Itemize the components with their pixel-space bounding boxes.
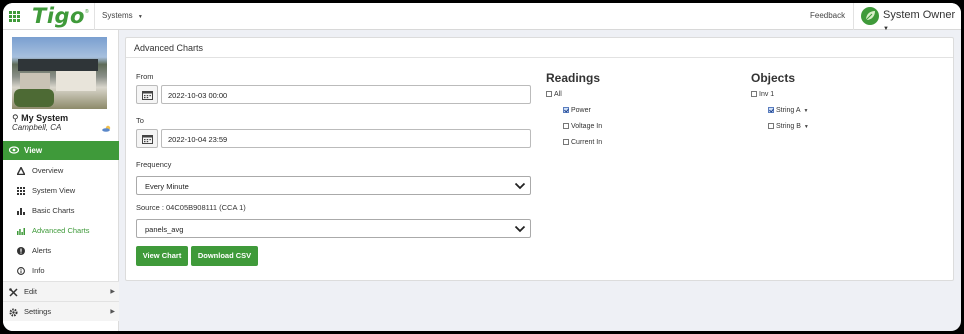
sidebar-item-alerts[interactable]: Alerts [3, 241, 119, 261]
caret-down-icon[interactable]: ▼ [804, 124, 809, 130]
user-role-menu[interactable]: System Owner ▼ [883, 9, 961, 33]
checkbox-label: String B [776, 123, 801, 130]
view-chart-button[interactable]: View Chart [136, 246, 188, 266]
checkbox-box [768, 123, 774, 129]
to-label: To [136, 116, 144, 125]
sidebar-item-basic-charts[interactable]: Basic Charts [3, 201, 119, 221]
download-csv-button[interactable]: Download CSV [191, 246, 258, 266]
checkbox-box [563, 139, 569, 145]
string-b-checkbox[interactable]: String B ▼ [768, 123, 809, 130]
reading-voltage-in-checkbox[interactable]: Voltage In [563, 123, 602, 130]
app-window: Tigo ® Systems ▼ Feedback System Owner ▼… [3, 3, 961, 331]
frequency-select[interactable]: Every Minute [136, 176, 531, 195]
menu-view-label: View [24, 146, 43, 155]
feedback-link[interactable]: Feedback [810, 11, 845, 20]
sidebar-item-overview[interactable]: Overview [3, 161, 119, 181]
chevron-down-icon [514, 182, 526, 190]
to-date-value: 2022-10-04 23:59 [168, 135, 228, 144]
source-label: Source : 04C05B908111 (CCA 1) [136, 203, 246, 212]
eye-icon [9, 146, 19, 154]
alert-circle-icon [17, 247, 25, 255]
inverter-checkbox[interactable]: Inv 1 [751, 91, 774, 98]
string-a-checkbox[interactable]: String A ▼ [768, 107, 808, 114]
menu-settings[interactable]: Settings ▶ [3, 301, 119, 321]
from-date-input[interactable]: 2022-10-03 00:00 [161, 85, 531, 104]
from-date-value: 2022-10-03 00:00 [168, 91, 228, 100]
caret-down-icon: ▼ [883, 26, 889, 32]
readings-heading: Readings [546, 71, 601, 85]
checkbox-label: String A [776, 107, 801, 114]
source-value: panels_avg [145, 225, 184, 234]
warning-triangle-icon [17, 167, 25, 175]
sidebar-item-label: System View [32, 186, 76, 195]
caret-right-icon: ▶ [110, 289, 115, 295]
leaf-icon [861, 7, 879, 25]
sidebar: ⚲ My System Campbell, CA View Overview S… [3, 30, 119, 331]
source-select[interactable]: panels_avg [136, 219, 531, 238]
frequency-label: Frequency [136, 160, 172, 169]
tigo-logo[interactable]: Tigo [32, 4, 85, 28]
systems-label: Systems [102, 11, 133, 20]
sidebar-item-info[interactable]: Info [3, 261, 119, 281]
checkbox-label: Power [571, 107, 591, 114]
checkbox-label: Current In [571, 139, 603, 146]
top-navbar: Tigo ® Systems ▼ Feedback System Owner ▼ [3, 3, 961, 33]
panel-title: Advanced Charts [126, 38, 953, 58]
sidebar-item-label: Alerts [32, 246, 52, 255]
advanced-charts-panel: Advanced Charts From 2022-10-03 00:00 To… [125, 37, 954, 281]
menu-view[interactable]: View [3, 141, 119, 160]
objects-heading: Objects [751, 71, 796, 85]
systems-dropdown[interactable]: Systems ▼ [102, 11, 143, 20]
system-photo [12, 37, 107, 109]
calendar-icon [142, 135, 153, 144]
caret-down-icon[interactable]: ▼ [804, 108, 809, 114]
chevron-down-icon [514, 225, 526, 233]
checkbox-label: Inv 1 [759, 91, 775, 98]
caret-right-icon: ▶ [110, 309, 115, 315]
menu-settings-label: Settings [24, 307, 52, 316]
calendar-icon [142, 91, 153, 100]
sidebar-item-label: Info [32, 266, 45, 275]
to-date-input[interactable]: 2022-10-04 23:59 [161, 129, 531, 148]
bar-chart-icon [17, 228, 25, 235]
gear-icon [9, 308, 18, 317]
sidebar-item-system-view[interactable]: System View [3, 181, 119, 201]
to-calendar-button[interactable] [136, 129, 158, 148]
nav-divider [853, 3, 854, 30]
menu-edit[interactable]: Edit ▶ [3, 281, 119, 301]
checkbox-box [751, 91, 757, 97]
nav-divider [94, 3, 95, 30]
from-label: From [136, 72, 154, 81]
reading-power-checkbox[interactable]: Power [563, 107, 591, 114]
menu-edit-label: Edit [24, 287, 37, 296]
sidebar-item-advanced-charts[interactable]: Advanced Charts [3, 221, 119, 241]
from-calendar-button[interactable] [136, 85, 158, 104]
checkbox-box [563, 123, 569, 129]
bar-chart-icon [17, 208, 25, 215]
checkbox-box [546, 91, 552, 97]
checkbox-box [768, 107, 774, 113]
checkbox-label: Voltage In [571, 123, 603, 130]
reading-current-in-checkbox[interactable]: Current In [563, 139, 602, 146]
user-role-label: System Owner [883, 9, 956, 21]
info-circle-icon [17, 267, 25, 275]
location-pin-icon: ⚲ [12, 113, 19, 123]
readings-all-checkbox[interactable]: All [546, 91, 562, 98]
checkbox-box [563, 107, 569, 113]
sidebar-item-label: Advanced Charts [32, 226, 90, 235]
caret-down-icon: ▼ [137, 14, 143, 20]
sidebar-item-label: Overview [32, 166, 64, 175]
grid-dots-icon [17, 187, 25, 195]
app-grid-icon[interactable] [9, 11, 20, 22]
tools-icon [9, 288, 18, 297]
checkbox-label: All [554, 91, 562, 98]
frequency-value: Every Minute [145, 182, 189, 191]
trademark-mark: ® [85, 9, 89, 15]
sidebar-item-label: Basic Charts [32, 206, 75, 215]
system-location: Campbell, CA [12, 123, 62, 132]
weather-icon [102, 125, 111, 132]
